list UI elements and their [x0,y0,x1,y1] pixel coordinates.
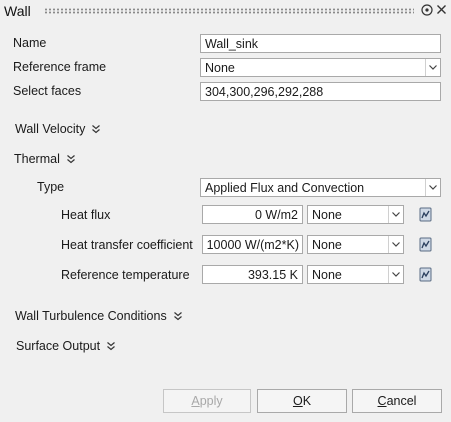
wall-turbulence-label: Wall Turbulence Conditions [15,309,167,323]
help-icon[interactable] [421,4,433,19]
cancel-button[interactable]: Cancel [352,389,442,413]
type-label: Type [37,180,65,194]
chevron-down-icon[interactable] [425,59,440,76]
surface-output-label: Surface Output [16,339,101,353]
wall-turbulence-section[interactable]: Wall Turbulence Conditions [15,308,183,324]
apply-label: pply [199,394,223,408]
surface-output-section[interactable]: Surface Output [16,338,116,354]
reference-frame-select[interactable]: None [200,58,441,77]
reference-temperature-input[interactable]: 393.15 K [202,265,303,284]
apply-mnemonic: A [191,394,200,408]
ok-label: K [302,394,312,408]
double-chevron-down-icon [92,125,101,134]
cancel-label: ancel [386,394,417,408]
thermal-label: Thermal [14,152,60,166]
reference-temperature-label: Reference temperature [61,268,190,282]
wall-velocity-section[interactable]: Wall Velocity [15,121,101,137]
chevron-down-icon[interactable] [425,179,440,196]
title-bar[interactable]: Wall [0,0,451,24]
double-chevron-down-icon [173,312,182,321]
wall-velocity-label: Wall Velocity [15,122,86,136]
double-chevron-down-icon [66,155,75,164]
drag-grip[interactable] [44,8,414,14]
chevron-down-icon[interactable] [388,206,403,223]
select-faces-label: Select faces [13,84,82,98]
chevron-down-icon[interactable] [388,236,403,253]
type-select[interactable]: Applied Flux and Convection [200,178,441,197]
apply-button[interactable]: Apply [163,389,251,413]
chevron-down-icon[interactable] [388,266,403,283]
heat-flux-option-select[interactable]: None [307,205,404,224]
expression-editor-icon[interactable] [419,207,432,222]
htc-option-select[interactable]: None [307,235,404,254]
cancel-mnemonic: C [377,394,387,408]
expression-editor-icon[interactable] [419,237,432,252]
ok-mnemonic: O [292,394,303,408]
double-chevron-down-icon [107,342,115,351]
reference-frame-label: Reference frame [13,60,107,74]
htc-input[interactable]: 10000 W/(m2*K) [202,235,303,254]
ok-button[interactable]: OK [257,389,347,413]
name-input[interactable]: Wall_sink [200,34,441,53]
type-value: Applied Flux and Convection [205,181,365,195]
htc-label: Heat transfer coefficient [61,238,193,252]
select-faces-input[interactable]: 304,300,296,292,288 [200,82,441,101]
close-icon[interactable] [436,4,447,18]
expression-editor-icon[interactable] [419,267,432,282]
name-label: Name [13,36,47,50]
thermal-section[interactable]: Thermal [14,151,76,167]
heat-flux-label: Heat flux [61,208,111,222]
reference-temperature-option-value: None [312,268,342,282]
heat-flux-input[interactable]: 0 W/m2 [202,205,303,224]
heat-flux-option-value: None [312,208,342,222]
htc-option-value: None [312,238,342,252]
dialog-title: Wall [4,3,31,19]
reference-temperature-option-select[interactable]: None [307,265,404,284]
reference-frame-value: None [205,61,235,75]
